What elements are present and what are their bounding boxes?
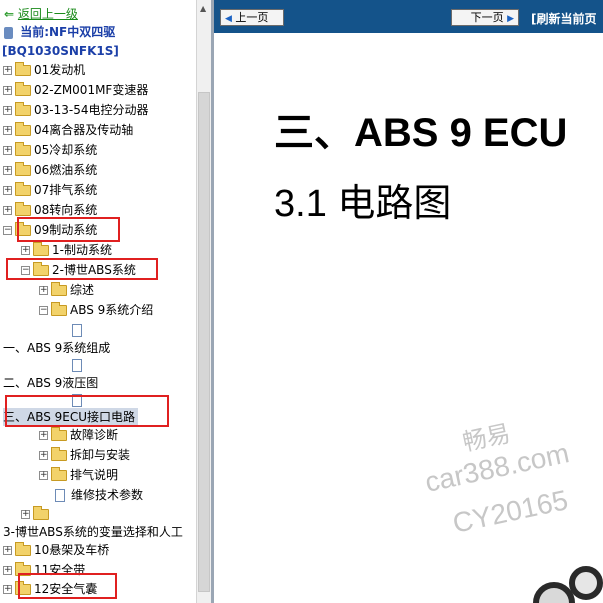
prev-page-button[interactable]: ◀ 上一页	[220, 9, 284, 26]
expand-icon[interactable]: +	[3, 126, 12, 135]
expand-icon[interactable]: +	[3, 166, 12, 175]
tree-item-brake-system[interactable]: +1-制动系统	[21, 241, 112, 259]
tree-item-tech-params[interactable]: 维修技术参数	[55, 486, 143, 504]
expand-icon[interactable]: +	[39, 451, 48, 460]
tree-item-clutch[interactable]: +04离合器及传动轴	[3, 121, 133, 139]
refresh-page-link[interactable]: [刷新当前页	[531, 10, 597, 27]
tree-item-abs9-intro[interactable]: − ABS 9系统介绍	[39, 301, 153, 319]
tree-item-bosch-abs-variant[interactable]: 3-博世ABS系统的变量选择和人工	[3, 523, 183, 541]
expand-icon[interactable]: +	[3, 186, 12, 195]
model-code: [BQ1030SNFK1S]	[2, 44, 119, 58]
folder-icon	[15, 82, 31, 96]
back-link[interactable]: ⇐ 返回上一级	[4, 5, 78, 23]
left-arrow-icon: ◀	[225, 14, 232, 24]
expand-icon[interactable]: +	[3, 566, 12, 575]
tree-item-abs9-composition[interactable]: 一、ABS 9系统组成	[3, 339, 110, 357]
folder-icon	[51, 282, 67, 296]
annotation-box-ecu-circuit	[5, 395, 169, 427]
expand-icon[interactable]: +	[39, 471, 48, 480]
tree-item-bleeding[interactable]: + 排气说明	[39, 466, 118, 484]
folder-icon	[15, 542, 31, 556]
tree-item-transmission[interactable]: +02-ZM001MF变速器	[3, 81, 148, 99]
expand-icon[interactable]: +	[3, 106, 12, 115]
folder-icon	[51, 467, 67, 481]
collapse-icon[interactable]: −	[39, 306, 48, 315]
folder-icon	[15, 62, 31, 76]
tree-scrollbar[interactable]: ▲	[196, 0, 211, 603]
next-page-button[interactable]: 下一页 ▶	[451, 9, 519, 26]
folder-icon	[51, 447, 67, 461]
expand-icon[interactable]: +	[3, 585, 12, 594]
vehicle-icon	[4, 26, 13, 39]
tree-item-cooling[interactable]: +05冷却系统	[3, 141, 97, 159]
expand-icon[interactable]: +	[21, 246, 30, 255]
expand-icon[interactable]: +	[21, 510, 30, 519]
tree-item-exhaust[interactable]: +07排气系统	[3, 181, 97, 199]
tree-doc-2[interactable]	[72, 356, 82, 374]
folder-icon	[33, 506, 49, 520]
current-vehicle: 当前:NF中双四驱	[4, 23, 115, 41]
document-icon	[55, 489, 65, 502]
expand-icon[interactable]: +	[3, 206, 12, 215]
nav-toolbar: ◀ 上一页 下一页 ▶ [刷新当前页	[214, 0, 603, 33]
tree-item-transfer-case[interactable]: +03-13-54电控分动器	[3, 101, 148, 119]
tree-item-suspension[interactable]: +10悬架及车桥	[3, 541, 109, 559]
content-panel: ◀ 上一页 下一页 ▶ [刷新当前页 三、ABS 9 ECU 3.1 电路图 畅…	[214, 0, 603, 603]
back-arrow-icon: ⇐	[4, 7, 15, 21]
scroll-up-icon[interactable]: ▲	[200, 4, 206, 13]
folder-icon	[15, 182, 31, 196]
expand-icon[interactable]: +	[39, 431, 48, 440]
tree-doc-1[interactable]	[72, 321, 82, 339]
folder-icon	[33, 242, 49, 256]
expand-icon[interactable]: +	[3, 546, 12, 555]
right-arrow-icon: ▶	[507, 14, 514, 24]
document-icon	[72, 359, 82, 372]
annotation-box-airbag	[18, 573, 117, 599]
collapse-icon[interactable]: −	[3, 226, 12, 235]
tree-item-engine[interactable]: +01发动机	[3, 61, 85, 79]
annotation-box-brake	[17, 217, 120, 242]
tree-item-removal-install[interactable]: + 拆卸与安装	[39, 446, 130, 464]
expand-icon[interactable]: +	[3, 86, 12, 95]
expand-icon[interactable]: +	[3, 66, 12, 75]
annotation-box-bosch-abs	[6, 258, 158, 280]
folder-icon	[51, 427, 67, 441]
folder-icon	[15, 122, 31, 136]
tree-item-overview[interactable]: + 综述	[39, 281, 94, 299]
tree-panel: ⇐ 返回上一级 当前:NF中双四驱 [BQ1030SNFK1S] +01发动机 …	[0, 0, 196, 603]
folder-icon	[15, 162, 31, 176]
scroll-thumb[interactable]	[198, 92, 210, 592]
tree-item-fuel[interactable]: +06燃油系统	[3, 161, 97, 179]
tree-item-fault-diagnosis[interactable]: + 故障诊断	[39, 426, 118, 444]
tree-item-abs9-hydraulic[interactable]: 二、ABS 9液压图	[3, 374, 98, 392]
subsection-heading: 3.1 电路图	[274, 183, 452, 225]
folder-icon	[15, 202, 31, 216]
tree-item-unnamed-folder[interactable]: +	[21, 505, 52, 523]
watermark-code: CY20165	[449, 484, 571, 539]
decorative-logo-fragment	[533, 566, 603, 603]
document-icon	[72, 324, 82, 337]
expand-icon[interactable]: +	[39, 286, 48, 295]
folder-open-icon	[51, 302, 67, 316]
folder-icon	[15, 102, 31, 116]
expand-icon[interactable]: +	[3, 146, 12, 155]
section-heading: 三、ABS 9 ECU	[274, 111, 568, 155]
folder-icon	[15, 142, 31, 156]
